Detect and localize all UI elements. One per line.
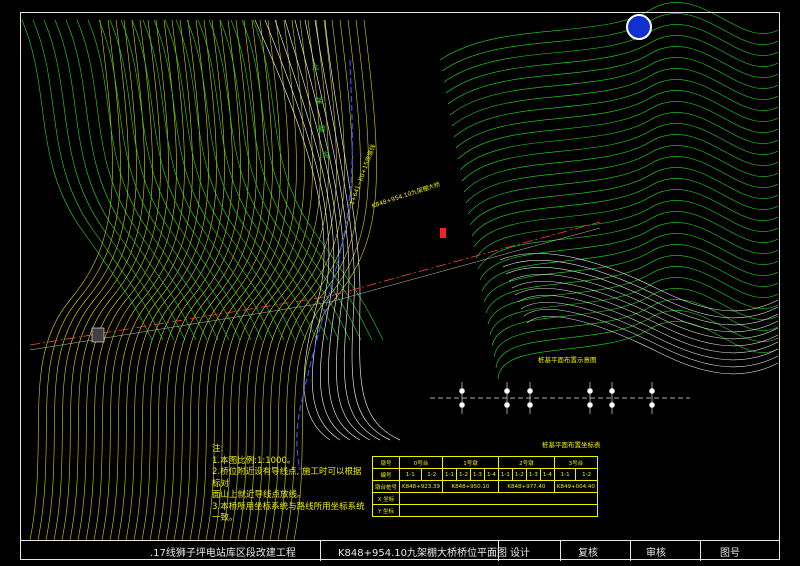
table-cell: 1-1 [441,468,457,481]
pier-layout-title: 桩基平面布置示意图 [538,356,597,364]
note-line: 面山上就近导线点放线。 [212,490,306,500]
title-bar: .17线狮子坪电站库区段改建工程 K848+954.10九架棚大桥桥位平面图 设… [20,540,780,561]
table-cell: K848+923.39 [399,480,443,493]
note-line: 2.桥位附近设有导线点, 施工时可以根据标对 [212,467,362,489]
table-row: 墩号 0号台 1号墩 2号墩 3号台 [371,456,598,469]
table-cell: 1-2 [575,468,598,481]
table-cell: 1-1 [399,468,422,481]
table-cell: 1-3 [525,468,541,481]
note-line: 1.本图比例:1:1000。 [212,455,296,466]
table-cell [399,504,598,517]
river-label-2: 架 [316,97,323,105]
coord-table: 墩号 0号台 1号墩 2号墩 3号台 编号 1-1 1-2 1-1 1-2 1-… [371,456,598,517]
drawing-no-label: 图号 [720,548,740,559]
approve-label: 审核 [646,548,666,559]
table-row: X 坐标 [371,492,598,505]
table-cell: K848+950.10 [441,480,499,493]
table-cell: 0号台 [399,456,443,469]
review-label: 复核 [578,548,598,559]
design-label: 设计 [510,548,530,559]
table-cell: 1-2 [420,468,443,481]
table-cell: K848+977.40 [497,480,555,493]
table-row: 编号 1-1 1-2 1-1 1-2 1-3 1-4 1-1 1-2 1-3 1… [371,468,598,481]
table-cell: 1-2 [455,468,471,481]
coord-table-title: 桩基平面布置坐标表 [542,441,601,449]
table-cell: 1-2 [511,468,527,481]
table-cell: 1-3 [469,468,485,481]
table-cell: 1号墩 [441,456,499,469]
river-label-1: 九 [312,63,319,71]
drawing-title: K848+954.10九架棚大桥桥位平面图 [338,548,508,559]
table-cell: 墩号 [371,456,401,469]
project-title: .17线狮子坪电站库区段改建工程 [150,548,296,559]
table-cell: 1-4 [483,468,499,481]
table-cell: 1-1 [497,468,513,481]
table-row: 墩台桩号 K848+923.39 K848+950.10 K848+977.40… [371,480,598,493]
table-cell: 3号台 [553,456,598,469]
table-cell: X 坐标 [371,492,401,505]
river-label-4: 沟 [322,151,329,159]
north-arrow-icon [626,14,652,40]
table-cell: 1-4 [539,468,555,481]
note-line: 3.本桥所用坐标系统与路线所用坐标系统一致。 [212,501,365,524]
table-cell: Y 坐标 [371,504,401,517]
table-row: Y 坐标 [371,504,598,517]
table-cell: K849+004.40 [553,480,598,493]
river-label-3: 棚 [318,125,325,133]
table-cell: 编号 [371,468,401,481]
table-cell: 2号墩 [497,456,555,469]
table-cell: 墩台桩号 [371,480,401,493]
notes-title: 注: [212,444,224,454]
table-cell: 1-1 [553,468,577,481]
notes-block: 注: 1.本图比例:1:1000。 2.桥位附近设有导线点, 施工时可以根据标对… [212,444,367,525]
table-cell [399,492,598,505]
